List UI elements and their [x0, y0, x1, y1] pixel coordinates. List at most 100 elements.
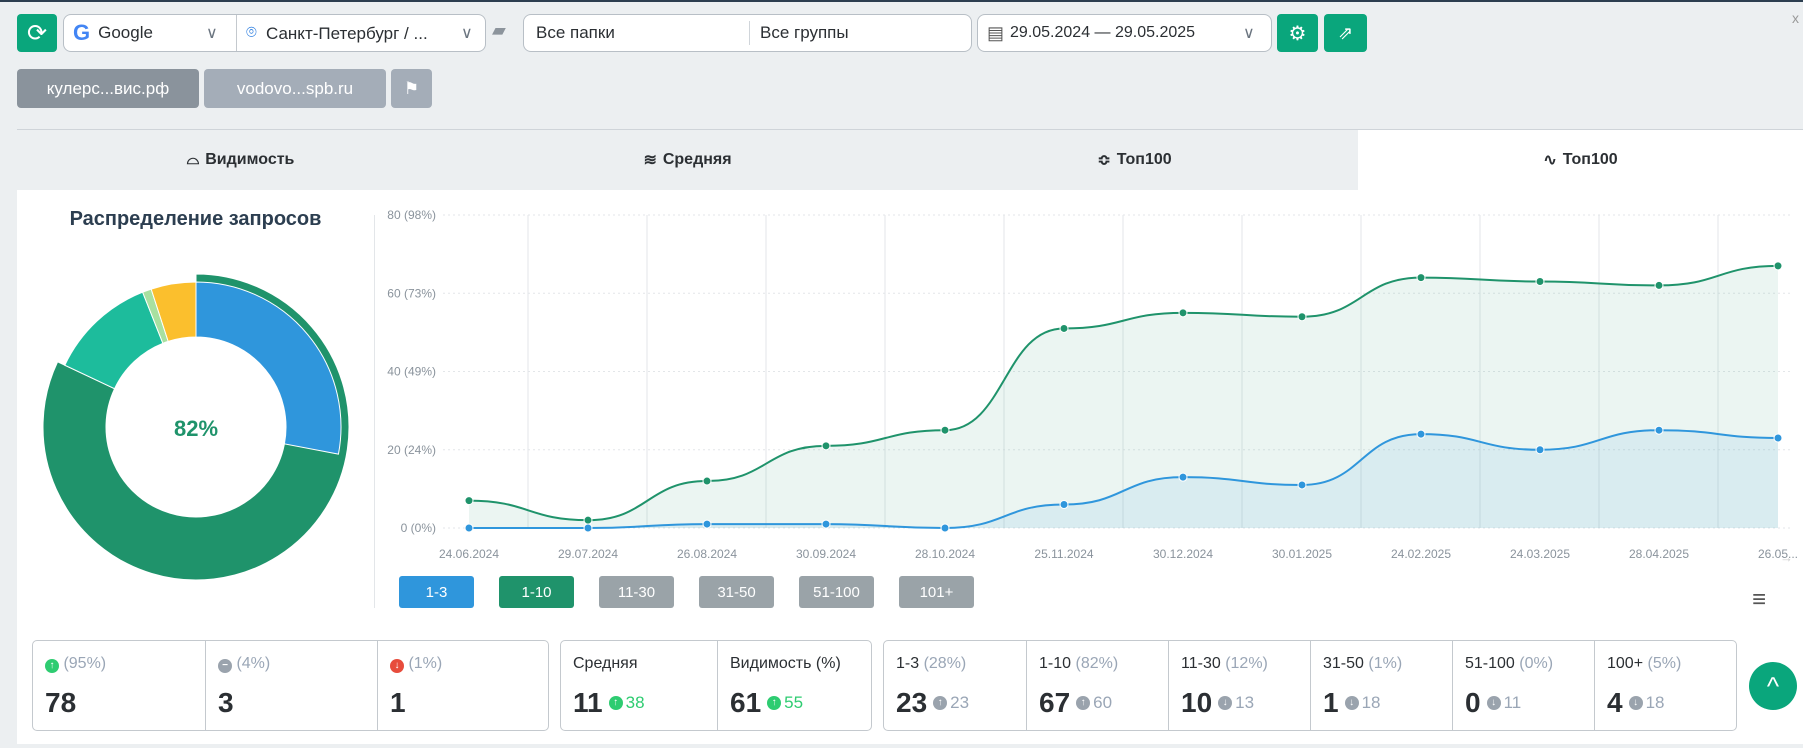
range-delta: 23 [950, 693, 970, 712]
range-pct: (5%) [1647, 655, 1682, 672]
range-button-1-3[interactable]: 1-3 [399, 576, 474, 608]
data-point-1-10 [1773, 261, 1783, 271]
scroll-top-button[interactable]: ^ [1749, 662, 1797, 710]
range-pct: (82%) [1075, 655, 1119, 672]
chevron-up-icon: ^ [1766, 671, 1780, 701]
data-point-1-3 [1654, 425, 1664, 435]
arrow-up-icon: ↑ [933, 696, 948, 710]
range-delta: 11 [1503, 693, 1522, 712]
scroll-arrow-icon: → [1780, 550, 1793, 565]
arrow-up-icon: ↑ [767, 696, 782, 710]
range-label: 51-100 [1465, 655, 1515, 672]
data-point-1-3 [1297, 480, 1307, 490]
data-point-1-3 [1773, 433, 1783, 443]
y-tick-label: 0 (0%) [401, 521, 436, 535]
range-value: 0 [1465, 687, 1481, 718]
arrow-up-icon: ↑ [45, 659, 59, 673]
visibility-value: 61 [730, 687, 762, 718]
data-point-1-3 [583, 523, 593, 533]
down-count: 1 [390, 687, 406, 718]
chart-menu-icon[interactable]: ≡ [1752, 586, 1766, 614]
arrow-down-icon: ↓ [1486, 696, 1501, 710]
data-point-1-10 [1416, 273, 1426, 283]
y-tick-label: 20 (24%) [387, 443, 436, 457]
data-point-1-10 [1654, 280, 1664, 290]
data-point-1-3 [821, 519, 831, 529]
data-point-1-10 [1178, 308, 1188, 318]
data-point-1-3 [1059, 500, 1069, 510]
arrow-down-icon: ↓ [390, 659, 404, 673]
donut-center-label: 82% [174, 416, 218, 441]
data-point-1-10 [1059, 323, 1069, 333]
data-point-1-3 [702, 519, 712, 529]
data-point-1-3 [1535, 445, 1545, 455]
data-point-1-10 [1297, 312, 1307, 322]
range-button-1-10[interactable]: 1-10 [499, 576, 574, 608]
x-tick-label: 30.01.2025 [1272, 547, 1332, 561]
range-value: 67 [1039, 687, 1071, 718]
x-tick-label: 30.09.2024 [796, 547, 856, 561]
range-label: 100+ [1607, 655, 1644, 672]
same-pct: (4%) [236, 655, 271, 672]
arrow-down-icon: ↓ [1628, 696, 1643, 710]
average-value: 11 [573, 687, 603, 718]
data-point-1-10 [1535, 277, 1545, 287]
range-delta: 18 [1645, 693, 1665, 712]
arrow-up-icon: ↑ [1076, 696, 1091, 710]
range-stat-1-3: 1-3 (28%) 23 ↑ 23 [884, 641, 1026, 730]
range-stat-51-100: 51-100 (0%) 0 ↓ 11 [1452, 641, 1594, 730]
data-point-1-3 [1178, 472, 1188, 482]
range-stats-card: 1-3 (28%) 23 ↑ 23 1-10 (82%) 67 ↑ 60 11-30 (12%)… [883, 640, 1737, 731]
range-value: 1 [1323, 687, 1339, 718]
range-button-11-30[interactable]: 11-30 [599, 576, 674, 608]
x-tick-label: 28.04.2025 [1629, 547, 1689, 561]
no-change-icon: − [218, 659, 232, 673]
range-button-51-100[interactable]: 51-100 [799, 576, 874, 608]
range-value: 23 [896, 687, 928, 718]
arrow-down-icon: ↓ [1344, 696, 1359, 710]
data-point-1-3 [1416, 429, 1426, 439]
range-label: 11-30 [1181, 655, 1221, 672]
same-count: 3 [218, 687, 234, 718]
x-tick-label: 29.07.2024 [558, 547, 618, 561]
range-button-31-50[interactable]: 31-50 [699, 576, 774, 608]
range-pct: (1%) [1368, 655, 1403, 672]
range-label: 1-3 [896, 655, 920, 672]
x-tick-label: 24.02.2025 [1391, 547, 1451, 561]
data-point-1-3 [940, 523, 950, 533]
up-count: 78 [45, 687, 77, 718]
data-point-1-10 [464, 496, 474, 506]
movement-stats-card: ↑ (95%) 78 − (4%) 3 ↓ (1%) 1 [32, 640, 549, 731]
y-tick-label: 80 (98%) [387, 208, 436, 222]
arrow-up-icon: ↑ [608, 696, 623, 710]
range-stat-31-50: 31-50 (1%) 1 ↓ 18 [1310, 641, 1452, 730]
x-tick-label: 30.12.2024 [1153, 547, 1213, 561]
range-button-101+[interactable]: 101+ [899, 576, 974, 608]
average-delta: 38 [625, 693, 645, 712]
range-label: 1-10 [1039, 655, 1072, 672]
visibility-delta: 55 [784, 693, 804, 712]
range-label: 31-50 [1323, 655, 1364, 672]
data-point-1-3 [464, 523, 474, 533]
x-tick-label: 25.11.2024 [1034, 547, 1093, 561]
range-pct: (0%) [1519, 655, 1554, 672]
range-pct: (12%) [1225, 655, 1268, 672]
range-stat-11-30: 11-30 (12%) 10 ↓ 13 [1168, 641, 1310, 730]
down-pct: (1%) [408, 655, 443, 672]
range-delta: 60 [1093, 693, 1113, 712]
average-label: Средняя [573, 655, 638, 672]
up-pct: (95%) [63, 655, 107, 672]
data-point-1-10 [940, 425, 950, 435]
data-point-1-10 [821, 441, 831, 451]
range-delta: 13 [1235, 693, 1255, 712]
data-point-1-10 [583, 515, 593, 525]
x-tick-label: 24.03.2025 [1510, 547, 1570, 561]
range-value: 4 [1607, 687, 1623, 718]
range-stat-100+: 100+ (5%) 4 ↓ 18 [1594, 641, 1736, 730]
y-tick-label: 60 (73%) [387, 286, 436, 300]
range-delta: 18 [1361, 693, 1381, 712]
line-chart: 0 (0%) 20 (24%) 40 (49%) 60 (73%) 80 (98%) 24… [387, 208, 1798, 565]
x-tick-label: 26.08.2024 [677, 547, 737, 561]
average-visibility-card: Средняя 11 ↑ 38 Видимость (%) 61 ↑ 55 [560, 640, 872, 731]
charts-svg: 82% 0 (0%) 20 (24%) 40 (49%) 60 (73%) 80 (98… [42, 208, 1798, 581]
